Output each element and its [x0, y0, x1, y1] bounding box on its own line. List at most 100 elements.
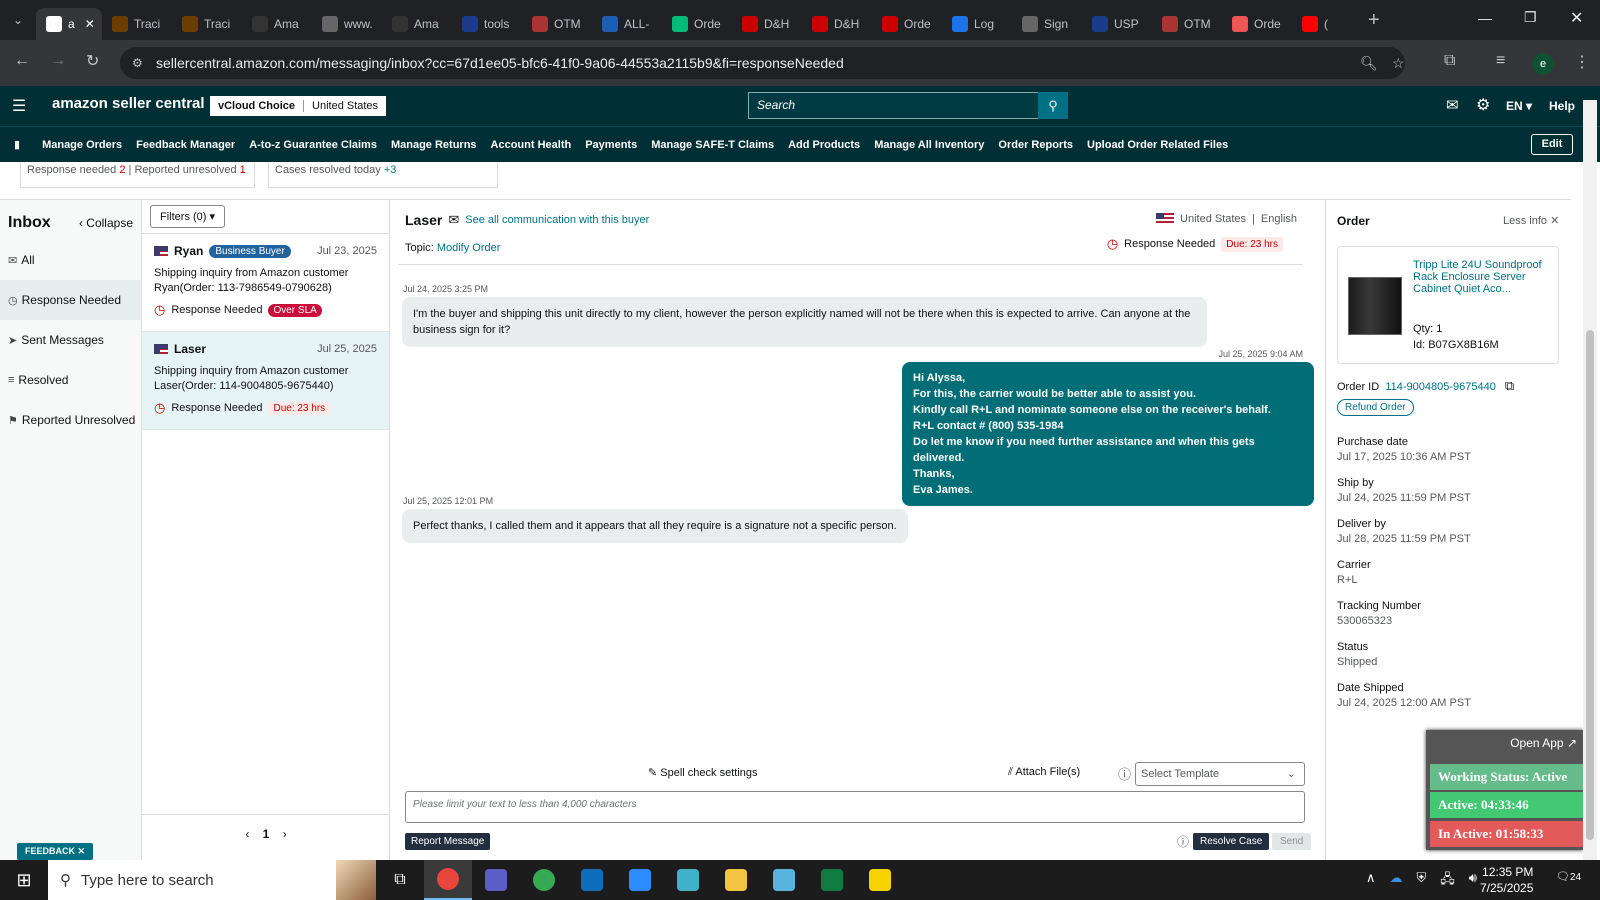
forward-icon[interactable]: → [50, 52, 66, 70]
bookmark-icon[interactable]: ▮ [14, 138, 20, 151]
network-icon[interactable]: 🖧︎ [1440, 870, 1455, 892]
new-tab-icon[interactable]: + [1368, 9, 1380, 32]
info-icon[interactable]: ⓘ [1177, 833, 1189, 850]
bookmark-star-icon[interactable]: ☆ [1392, 47, 1405, 79]
next-page-icon[interactable]: › [283, 827, 287, 841]
send-button[interactable]: Send [1272, 833, 1312, 850]
tab-search-button[interactable]: ⌄ [0, 13, 36, 27]
browser-tab[interactable]: ( [1292, 8, 1362, 40]
extensions-icon[interactable]: ⧉ [1444, 52, 1455, 70]
help-link[interactable]: Help [1549, 99, 1575, 113]
browser-tab[interactable]: D&H [802, 8, 872, 40]
see-all-link[interactable]: See all communication with this buyer [465, 214, 649, 226]
collapse-button[interactable]: ‹ Collapse [79, 216, 133, 230]
search-highlight-image[interactable] [336, 860, 376, 900]
browser-tab[interactable]: Orde [662, 8, 732, 40]
windows-start-icon[interactable]: ⊞ [0, 870, 48, 891]
chrome-profile-icon[interactable] [520, 860, 568, 900]
close-window-icon[interactable]: ✕ [1570, 8, 1583, 28]
zoom-icon[interactable]: 🔍︎ [1360, 47, 1378, 79]
app-icon[interactable] [664, 860, 712, 900]
prev-page-icon[interactable]: ‹ [245, 827, 249, 841]
notepad-icon[interactable] [760, 860, 808, 900]
browser-tab[interactable]: Log [942, 8, 1012, 40]
nav-item[interactable]: Order Reports [998, 139, 1073, 151]
page-number[interactable]: 1 [263, 827, 270, 841]
zoom-icon[interactable] [616, 860, 664, 900]
security-icon[interactable]: ⛨ [1417, 870, 1427, 892]
browser-tab[interactable]: Traci [102, 8, 172, 40]
store-switcher[interactable]: vCloud Choice United States [210, 96, 387, 116]
restore-icon[interactable]: ❐ [1524, 9, 1537, 26]
reply-textarea[interactable]: Please limit your text to less than 4,00… [405, 791, 1305, 823]
info-icon[interactable]: ⓘ [1118, 764, 1131, 783]
language-selector[interactable]: EN ▾ [1506, 99, 1532, 113]
edit-nav-button[interactable]: Edit [1531, 134, 1573, 155]
nav-item[interactable]: Add Products [788, 139, 860, 151]
filters-button[interactable]: Filters (0) ▾ [150, 205, 226, 228]
clock[interactable]: 12:35 PM 7/25/2025 [1480, 864, 1533, 896]
product-image[interactable] [1348, 277, 1402, 335]
settings-gear-icon[interactable]: ⚙ [1476, 95, 1490, 115]
nav-item[interactable]: Manage Orders [42, 139, 122, 151]
nav-item[interactable]: Upload Order Related Files [1087, 139, 1228, 151]
browser-tab[interactable]: OTM [1152, 8, 1222, 40]
less-info-button[interactable]: Less info ✕ [1503, 214, 1559, 227]
browser-tab[interactable]: Traci [172, 8, 242, 40]
folder-item[interactable]: ✉ All [0, 240, 141, 280]
task-view-icon[interactable]: ⧉ [376, 871, 424, 889]
outlook-icon[interactable] [568, 860, 616, 900]
profile-avatar[interactable]: e [1532, 53, 1554, 75]
site-info-icon[interactable]: ⚙ [132, 47, 143, 79]
feedback-button[interactable]: FEEDBACK ✕ [17, 843, 94, 860]
browser-tab[interactable]: D&H [732, 8, 802, 40]
show-hidden-icons-icon[interactable]: ∧ [1366, 870, 1376, 892]
minimize-icon[interactable]: — [1478, 10, 1492, 26]
nav-item[interactable]: Manage All Inventory [874, 139, 984, 151]
refund-order-button[interactable]: Refund Order [1337, 399, 1414, 416]
search-input[interactable]: Search [748, 92, 1038, 119]
browser-tab[interactable]: a ✕ [36, 8, 102, 40]
media-control-icon[interactable]: ≡ [1496, 52, 1505, 70]
sticky-notes-icon[interactable] [856, 860, 904, 900]
page-scrollbar[interactable] [1583, 100, 1597, 860]
address-bar[interactable]: ⚙ sellercentral.amazon.com/messaging/inb… [120, 47, 1405, 79]
folder-item[interactable]: ◷ Response Needed [0, 280, 141, 320]
excel-icon[interactable] [808, 860, 856, 900]
browser-tab[interactable]: Orde [1222, 8, 1292, 40]
brand-logo[interactable]: amazon seller central [52, 95, 205, 112]
order-id-link[interactable]: 114-9004805-9675440 [1385, 381, 1496, 393]
nav-item[interactable]: Account Health [491, 139, 572, 151]
copy-icon[interactable]: ⧉ [1505, 378, 1514, 393]
mail-icon[interactable]: ✉ [1446, 96, 1459, 114]
topic-link[interactable]: Modify Order [437, 242, 501, 254]
browser-tab[interactable]: Ama [382, 8, 452, 40]
chrome-menu-icon[interactable]: ⋮ [1574, 52, 1590, 72]
back-icon[interactable]: ← [14, 52, 30, 70]
folder-item[interactable]: ⚑ Reported Unresolved [0, 400, 141, 440]
search-button[interactable]: ⚲ [1038, 92, 1068, 119]
nav-item[interactable]: Manage SAFE-T Claims [651, 139, 774, 151]
browser-tab[interactable]: Orde [872, 8, 942, 40]
browser-tab[interactable]: OTM [522, 8, 592, 40]
template-select[interactable]: Select Template ⌄ [1135, 762, 1305, 786]
file-explorer-icon[interactable] [712, 860, 760, 900]
browser-tab[interactable]: Sign [1012, 8, 1082, 40]
report-message-button[interactable]: Report Message [405, 833, 491, 850]
scrollbar-thumb[interactable] [1586, 330, 1594, 840]
attach-files-button[interactable]: ⫽ Attach File(s) [1008, 766, 1080, 779]
volume-icon[interactable]: 🔊︎ [1469, 870, 1477, 892]
folder-item[interactable]: ≡ Resolved [0, 360, 141, 400]
teams-icon[interactable] [472, 860, 520, 900]
taskbar-search-input[interactable]: ⚲ Type here to search [48, 860, 336, 900]
browser-tab[interactable]: Ama [242, 8, 312, 40]
nav-item[interactable]: Payments [585, 139, 637, 151]
browser-tab[interactable]: tools [452, 8, 522, 40]
spell-check-button[interactable]: ✎ Spell check settings [648, 766, 758, 779]
browser-tab[interactable]: www. [312, 8, 382, 40]
hamburger-menu-icon[interactable]: ☰ [12, 96, 26, 116]
thread-item[interactable]: Laser Jul 25, 2025 Shipping inquiry from A… [142, 332, 389, 430]
thread-item[interactable]: Ryan Business Buyer Jul 23, 2025 Shipping i… [142, 234, 389, 332]
open-app-link[interactable]: Open App ↗ [1510, 736, 1577, 750]
reload-icon[interactable]: ↻ [86, 51, 99, 71]
